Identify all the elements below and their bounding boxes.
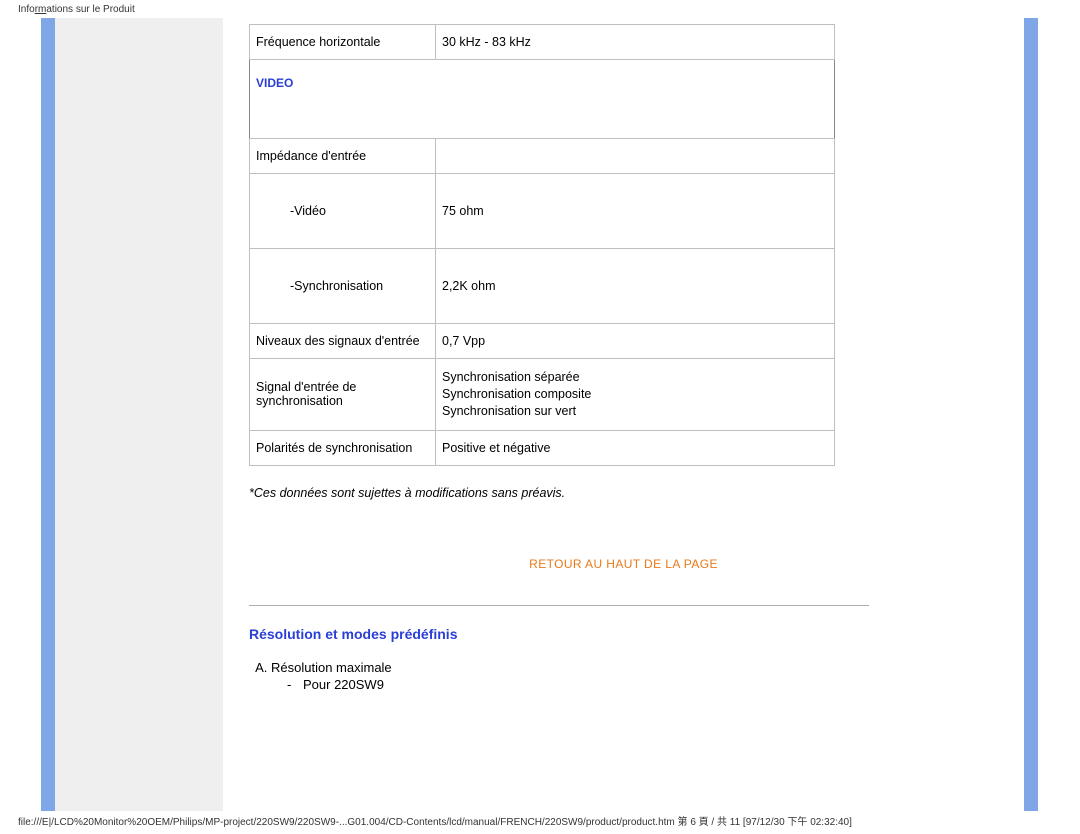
sub-list: Pour 220SW9: [271, 677, 998, 692]
cell-label: Polarités de synchronisation: [250, 430, 436, 465]
cell-label: -Vidéo: [250, 174, 436, 249]
cell-value: 2,2K ohm: [436, 249, 835, 324]
table-row: Impédance d'entrée: [250, 139, 835, 174]
back-to-top-wrap: RETOUR AU HAUT DE LA PAGE: [249, 556, 998, 571]
divider: [249, 605, 869, 606]
cell-value: 0,7 Vpp: [436, 324, 835, 359]
right-stripe: [1024, 18, 1038, 811]
sidebar-placeholder: [55, 18, 223, 811]
main-content: Fréquence horizontale 30 kHz - 83 kHz VI…: [223, 18, 1024, 811]
cell-label: -Synchronisation: [250, 249, 436, 324]
list-item-label: Résolution maximale: [271, 660, 392, 675]
disclaimer-note: *Ces données sont sujettes à modificatio…: [249, 486, 998, 500]
cell-label: Fréquence horizontale: [250, 25, 436, 60]
page-header-label: Informations sur le Produit: [18, 4, 135, 15]
table-row: Polarités de synchronisation Positive et…: [250, 430, 835, 465]
table-row: Fréquence horizontale 30 kHz - 83 kHz: [250, 25, 835, 60]
spec-table: Fréquence horizontale 30 kHz - 83 kHz VI…: [249, 24, 835, 466]
section-title-resolution: Résolution et modes prédéfinis: [249, 626, 998, 642]
sync-sep: Synchronisation séparée: [442, 369, 828, 386]
video-section-header: VIDEO: [256, 76, 293, 90]
cell-value: [436, 139, 835, 174]
cell-value: Synchronisation séparée Synchronisation …: [436, 359, 835, 431]
page-frame: Fréquence horizontale 30 kHz - 83 kHz VI…: [41, 18, 1038, 811]
sync-comp: Synchronisation composite: [442, 386, 828, 403]
table-row: Niveaux des signaux d'entrée 0,7 Vpp: [250, 324, 835, 359]
list-item: Résolution maximale Pour 220SW9: [271, 660, 998, 692]
table-row: -Synchronisation 2,2K ohm: [250, 249, 835, 324]
cell-value: Positive et négative: [436, 430, 835, 465]
cell-label: Impédance d'entrée: [250, 139, 436, 174]
sync-green: Synchronisation sur vert: [442, 403, 828, 420]
list-item: Pour 220SW9: [287, 677, 998, 692]
footer-file-path: file:///E|/LCD%20Monitor%20OEM/Philips/M…: [18, 813, 852, 828]
table-row: VIDEO: [250, 60, 835, 139]
cell-value: 75 ohm: [436, 174, 835, 249]
sub-item-label: Pour 220SW9: [303, 677, 384, 692]
cell-label: Signal d'entrée de synchronisation: [250, 359, 436, 431]
resolution-list: Résolution maximale Pour 220SW9: [249, 660, 998, 692]
back-to-top-link[interactable]: RETOUR AU HAUT DE LA PAGE: [529, 557, 718, 571]
left-stripe: [41, 18, 55, 811]
section-header-cell: VIDEO: [250, 60, 835, 139]
cell-value: 30 kHz - 83 kHz: [436, 25, 835, 60]
table-row: Signal d'entrée de synchronisation Synch…: [250, 359, 835, 431]
table-row: -Vidéo 75 ohm: [250, 174, 835, 249]
cell-label: Niveaux des signaux d'entrée: [250, 324, 436, 359]
